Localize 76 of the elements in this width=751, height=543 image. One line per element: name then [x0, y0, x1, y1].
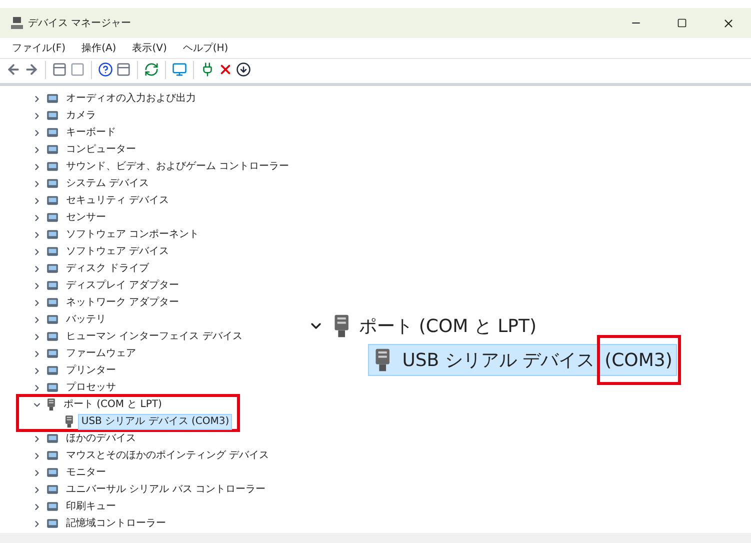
tree-item[interactable]: ファームウェア — [63, 346, 139, 362]
port-icon — [46, 398, 56, 411]
tree-item[interactable]: 記憶域コントローラー — [63, 516, 169, 532]
device-icon — [46, 330, 59, 343]
tree-item[interactable]: USB シリアル デバイス (COM3) — [78, 414, 232, 430]
tree-item[interactable]: オーディオの入力および出力 — [63, 90, 199, 106]
menu-item[interactable]: 表示(V) — [132, 40, 167, 56]
maximize-icon[interactable] — [677, 18, 687, 28]
device-icon — [46, 143, 59, 156]
device-icon — [46, 466, 59, 479]
device-icon — [46, 313, 59, 326]
tree-item[interactable]: ユニバーサル シリアル バス コントローラー — [63, 482, 269, 498]
device-icon — [46, 160, 59, 173]
tree-item[interactable]: キーボード — [63, 124, 119, 140]
tree-item[interactable]: ソフトウェア コンポーネント — [63, 226, 202, 242]
menu-item[interactable]: ヘルプ(H) — [182, 40, 228, 56]
tree-item[interactable]: ポート (COM と LPT) — [60, 396, 165, 412]
download-icon[interactable] — [236, 62, 251, 77]
device-icon — [46, 177, 59, 190]
device-icon — [46, 262, 59, 275]
device-icon — [46, 126, 59, 139]
plug-icon[interactable] — [200, 62, 215, 77]
tree-item[interactable]: マウスとそのほかのポインティング デバイス — [63, 448, 272, 464]
tree-item[interactable]: システム デバイス — [63, 176, 152, 192]
device-icon — [46, 228, 59, 241]
port-icon — [64, 415, 74, 428]
panel-icon[interactable] — [116, 62, 131, 77]
tree-item[interactable]: ディスプレイ アダプター — [63, 278, 182, 294]
panel-icon[interactable] — [52, 62, 67, 77]
port-icon — [373, 348, 392, 372]
tree-item[interactable]: センサー — [63, 210, 109, 226]
tree-item[interactable]: ヒューマン インターフェイス デバイス — [63, 328, 246, 344]
device-icon — [46, 517, 59, 530]
category-label: ポート (COM と LPT) — [359, 314, 537, 338]
device-icon — [46, 500, 59, 513]
tree-item[interactable]: カメラ — [63, 108, 99, 124]
tree-item[interactable]: ディスク ドライブ — [63, 260, 152, 276]
selected-device-row[interactable]: USB シリアル デバイス (COM3) — [368, 344, 678, 376]
device-icon — [46, 347, 59, 360]
device-icon — [46, 364, 59, 377]
tree-item[interactable]: サウンド、ビデオ、およびゲーム コントローラー — [63, 158, 292, 174]
device-icon — [46, 432, 59, 445]
device-icon — [46, 194, 59, 207]
tree-item[interactable]: プリンター — [63, 362, 119, 378]
menu-item[interactable]: 操作(A) — [82, 40, 116, 56]
menu-item[interactable]: ファイル(F) — [12, 40, 66, 56]
port-label: (COM3) — [604, 348, 674, 372]
back-icon[interactable] — [6, 62, 21, 77]
device-icon — [46, 381, 59, 394]
help-icon[interactable] — [98, 62, 113, 77]
window-title: デバイス マネージャー — [28, 16, 132, 30]
app-icon — [10, 16, 24, 30]
tree-item[interactable]: 印刷キュー — [63, 498, 119, 514]
device-icon — [46, 245, 59, 258]
device-icon — [46, 449, 59, 462]
tree-item[interactable]: バッテリ — [63, 312, 109, 328]
device-icon — [46, 279, 59, 292]
close-icon[interactable] — [722, 16, 734, 30]
port-icon — [332, 314, 352, 338]
tree-item[interactable]: コンピューター — [63, 142, 139, 158]
tree-item[interactable]: セキュリティ デバイス — [63, 192, 172, 208]
forward-icon[interactable] — [24, 62, 39, 77]
device-icon — [46, 109, 59, 122]
tree-item[interactable]: モニター — [63, 464, 109, 480]
device-icon — [46, 92, 59, 105]
monitor-icon[interactable] — [172, 62, 187, 77]
scan-icon[interactable] — [144, 62, 159, 77]
tree-item[interactable]: ソフトウェア デバイス — [63, 244, 172, 260]
device-icon — [46, 211, 59, 224]
tree-item[interactable]: ネットワーク アダプター — [63, 294, 182, 310]
device-icon — [46, 296, 59, 309]
tree-item[interactable]: ほかのデバイス — [63, 430, 139, 446]
window-icon[interactable] — [70, 62, 85, 77]
device-icon — [46, 483, 59, 496]
tree-item[interactable]: プロセッサ — [63, 380, 119, 396]
device-name: USB シリアル デバイス — [402, 348, 595, 372]
